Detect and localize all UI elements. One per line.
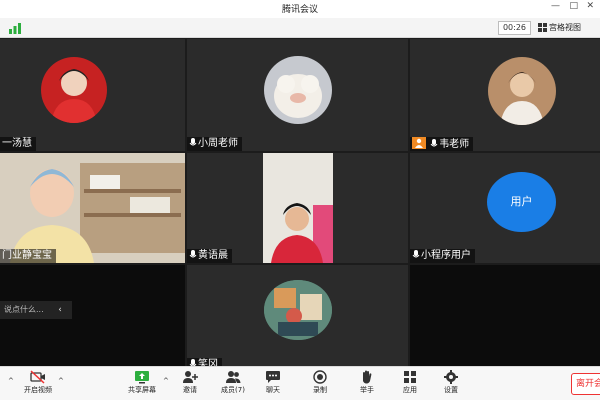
participant-name: 小周老师 (198, 138, 238, 149)
video-tile[interactable]: 用户 小程序用户 (410, 153, 600, 263)
avatar (264, 280, 332, 340)
video-toggle-button[interactable]: 开启视频 (18, 370, 58, 400)
maximize-icon[interactable]: □ (569, 1, 578, 11)
video-toggle-label: 开启视频 (24, 386, 52, 394)
apps-button[interactable]: 应用 (390, 370, 430, 400)
chat-button[interactable]: 聊天 (253, 370, 293, 400)
window-title: 腾讯会议 (281, 5, 318, 15)
raise-hand-icon (363, 370, 372, 384)
meeting-info-bar: 00:26 宫格视图 (0, 18, 600, 38)
participant-name-bar: 韦老师 (410, 137, 474, 151)
title-bar: 腾讯会议 — □ ✕ (0, 0, 600, 18)
members-label: 成员(7) (221, 386, 245, 394)
video-tile[interactable]: 一汤慧 (0, 39, 185, 151)
raise-hand-label: 举手 (360, 386, 374, 394)
avatar (41, 57, 107, 123)
members-icon (226, 371, 241, 383)
grid-view-label: 宫格视图 (549, 23, 581, 32)
grid-view-icon (538, 23, 547, 32)
video-tile[interactable]: 门业静宝宝 (0, 153, 185, 263)
grid-view-button[interactable]: 宫格视图 (538, 21, 581, 35)
invite-button[interactable]: 邀请 (170, 370, 210, 400)
participant-name: 韦老师 (439, 139, 470, 150)
gear-icon (444, 370, 458, 384)
settings-label: 设置 (444, 386, 458, 394)
invite-icon (183, 371, 198, 383)
video-tile[interactable]: 韦老师 (410, 39, 600, 151)
chat-label: 聊天 (266, 386, 280, 394)
mic-icon (430, 139, 438, 147)
avatar (264, 56, 332, 124)
participant-video (263, 153, 333, 263)
share-screen-icon (135, 371, 149, 384)
participant-name-bar: 门业静宝宝 (0, 249, 56, 263)
participant-name-bar: 黄语晨 (187, 249, 232, 263)
meeting-toolbar: ^ 开启视频 ^ 共享屏幕 ^ 邀请 成员(7) 聊天 录制 举手 应用 设置 … (0, 366, 600, 400)
record-button[interactable]: 录制 (300, 370, 340, 400)
video-tile[interactable]: 小周老师 (187, 39, 408, 151)
participant-name-bar: 小程序用户 (410, 249, 475, 263)
mic-icon (189, 138, 197, 146)
chevron-up-icon[interactable]: ^ (163, 377, 169, 385)
chevron-up-icon[interactable]: ^ (58, 377, 64, 385)
participant-video (0, 153, 185, 263)
signal-icon[interactable] (8, 22, 22, 34)
avatar: 用户 (487, 172, 556, 232)
chevron-left-icon[interactable]: ‹ (53, 303, 67, 317)
apps-label: 应用 (403, 386, 417, 394)
empty-tile (410, 265, 600, 366)
camera-off-icon (30, 370, 45, 384)
close-icon[interactable]: ✕ (586, 1, 594, 11)
video-tile[interactable]: 黄语晨 (187, 153, 408, 263)
participant-name: 门业静宝宝 (2, 250, 52, 261)
minimize-icon[interactable]: — (551, 1, 560, 11)
share-screen-button[interactable]: 共享屏幕 (121, 370, 163, 400)
video-tile[interactable]: 笑冈 (187, 265, 408, 366)
mic-icon (189, 359, 197, 366)
participant-name: 小程序用户 (421, 250, 471, 261)
invite-label: 邀请 (183, 386, 197, 394)
share-screen-label: 共享屏幕 (128, 386, 156, 394)
record-label: 录制 (313, 386, 327, 394)
raise-hand-button[interactable]: 举手 (347, 370, 387, 400)
avatar (488, 57, 556, 125)
participant-name-bar: 小周老师 (187, 137, 242, 151)
members-button[interactable]: 成员(7) (213, 370, 253, 400)
settings-button[interactable]: 设置 (431, 370, 471, 400)
participant-name-bar: 笑冈 (187, 358, 222, 366)
participant-name: 一汤慧 (2, 138, 32, 149)
meeting-timer: 00:26 (498, 21, 531, 35)
mic-icon (412, 250, 420, 258)
record-icon (313, 370, 327, 384)
participant-name: 笑冈 (198, 359, 218, 366)
chat-icon (266, 371, 280, 383)
participant-name: 黄语晨 (198, 250, 228, 261)
participant-name-bar: 一汤慧 (0, 137, 36, 151)
apps-icon (404, 371, 416, 383)
host-badge-icon (412, 137, 426, 149)
leave-meeting-button[interactable]: 离开会 (571, 373, 600, 395)
mic-icon (189, 250, 197, 258)
chevron-up-icon[interactable]: ^ (8, 377, 14, 385)
